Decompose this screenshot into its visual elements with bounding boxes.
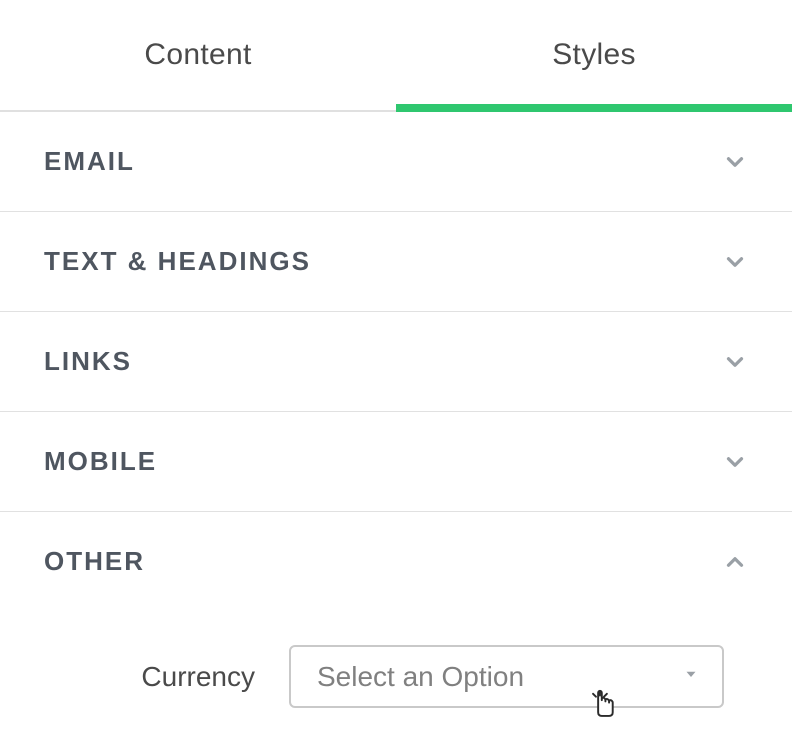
- section-title-text: TEXT & HEADINGS: [44, 246, 311, 277]
- section-text-headings: TEXT & HEADINGS: [0, 212, 792, 312]
- currency-row: Currency Select an Option: [44, 645, 748, 708]
- chevron-down-icon: [722, 349, 748, 375]
- tabs: Content Styles: [0, 0, 792, 112]
- tab-styles[interactable]: Styles: [396, 0, 792, 110]
- chevron-down-icon: [722, 249, 748, 275]
- section-header-email[interactable]: EMAIL: [0, 112, 792, 211]
- section-email: EMAIL: [0, 112, 792, 212]
- section-header-links[interactable]: LINKS: [0, 312, 792, 411]
- caret-down-icon: [682, 665, 700, 688]
- section-other: OTHER Currency Select an Option: [0, 512, 792, 732]
- chevron-down-icon: [722, 449, 748, 475]
- section-body-other: Currency Select an Option: [0, 611, 792, 732]
- section-header-text[interactable]: TEXT & HEADINGS: [0, 212, 792, 311]
- section-mobile: MOBILE: [0, 412, 792, 512]
- tab-content[interactable]: Content: [0, 0, 396, 110]
- section-title-links: LINKS: [44, 346, 132, 377]
- section-header-other[interactable]: OTHER: [0, 512, 792, 611]
- section-links: LINKS: [0, 312, 792, 412]
- currency-select[interactable]: Select an Option: [289, 645, 724, 708]
- section-title-email: EMAIL: [44, 146, 135, 177]
- section-title-other: OTHER: [44, 546, 145, 577]
- currency-select-text: Select an Option: [317, 661, 524, 693]
- chevron-down-icon: [722, 149, 748, 175]
- currency-label: Currency: [44, 661, 255, 693]
- section-title-mobile: MOBILE: [44, 446, 157, 477]
- section-header-mobile[interactable]: MOBILE: [0, 412, 792, 511]
- chevron-up-icon: [722, 549, 748, 575]
